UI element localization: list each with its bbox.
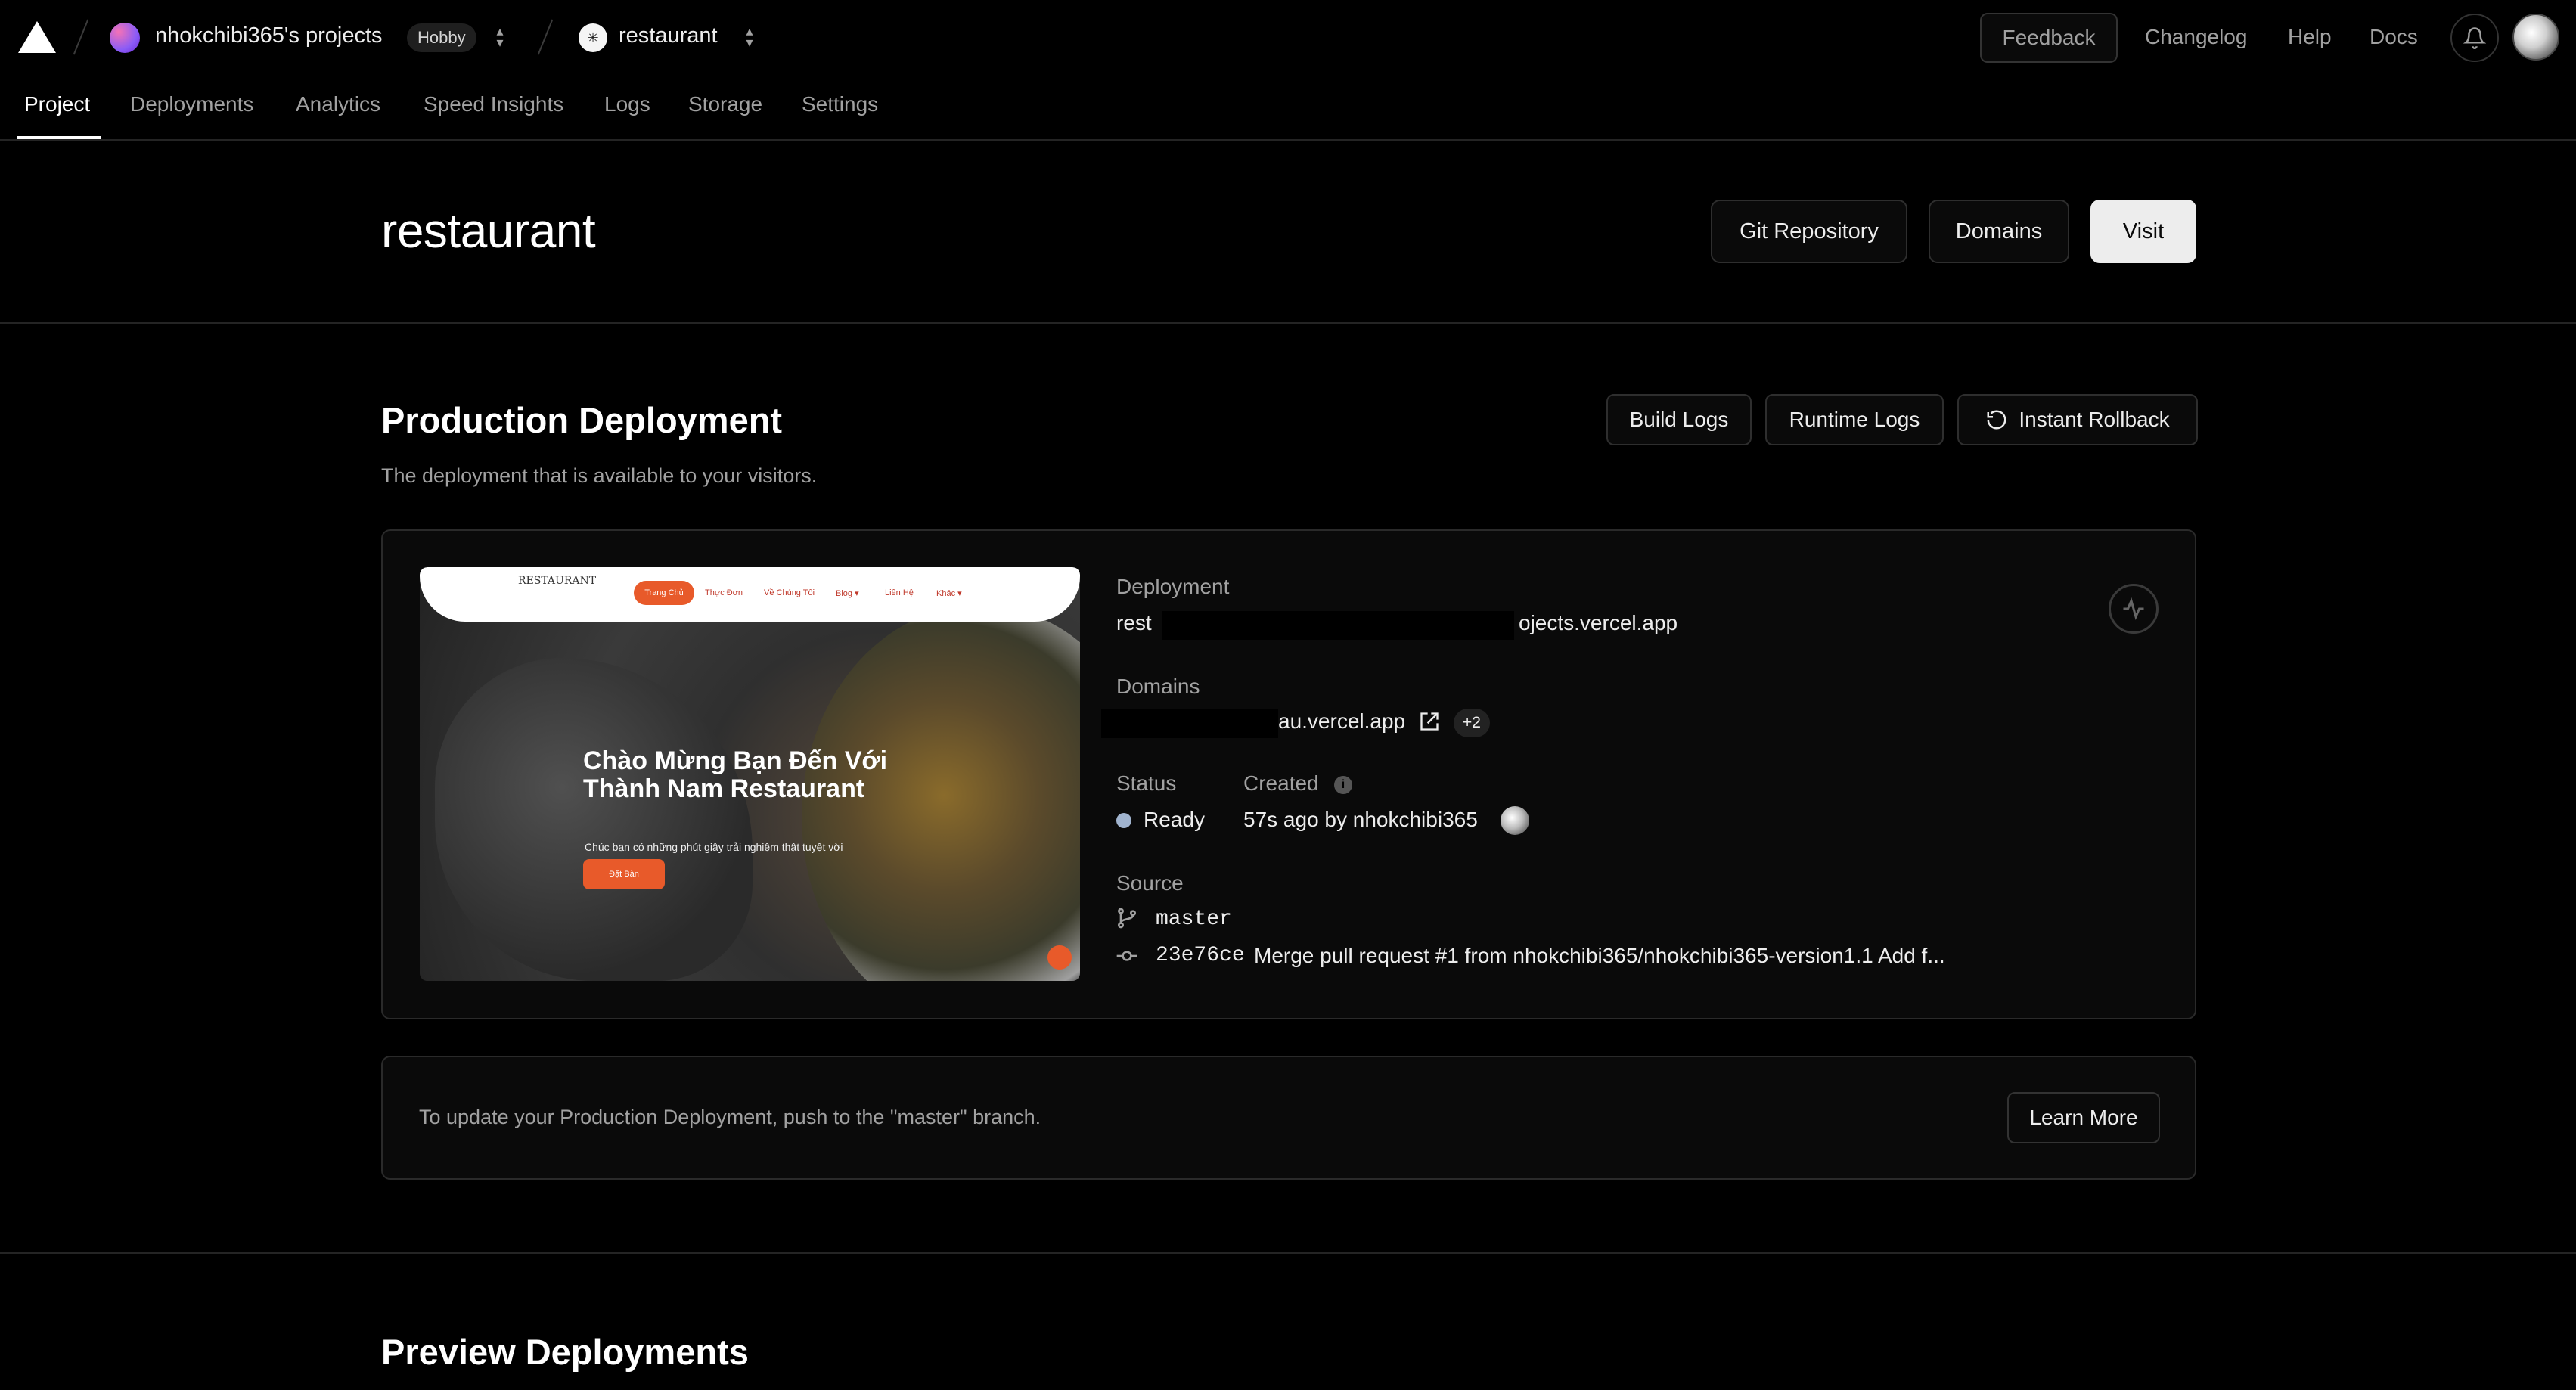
domain-url-suffix[interactable]: au.vercel.app bbox=[1278, 709, 1405, 734]
git-commit-icon bbox=[1115, 944, 1139, 972]
tab-speed-insights[interactable]: Speed Insights bbox=[424, 92, 563, 116]
divider bbox=[0, 1252, 2576, 1254]
preview-nav-item: Blog ▾ bbox=[836, 589, 859, 598]
branch-name[interactable]: master bbox=[1156, 908, 1232, 931]
project-tabs: Project Deployments Analytics Speed Insi… bbox=[0, 76, 2576, 141]
team-name[interactable]: nhokchibi365's projects bbox=[155, 23, 383, 48]
preview-nav-item: Thực Đơn bbox=[705, 588, 743, 597]
team-switcher-chevron-icon[interactable]: ▴ ▾ bbox=[492, 24, 508, 51]
status-indicator bbox=[1116, 813, 1131, 828]
tab-project[interactable]: Project bbox=[24, 92, 90, 116]
breadcrumb-separator bbox=[537, 19, 554, 55]
build-logs-button[interactable]: Build Logs bbox=[1606, 394, 1752, 445]
page-title: restaurant bbox=[381, 203, 596, 258]
commit-hash[interactable]: 23e76ce bbox=[1156, 944, 1245, 967]
preview-scroll-top-icon bbox=[1047, 945, 1072, 970]
preview-nav-item: Liên Hệ bbox=[885, 588, 914, 597]
preview-deployments-heading: Preview Deployments bbox=[381, 1332, 749, 1372]
activity-pulse-icon[interactable] bbox=[2109, 584, 2159, 634]
instant-rollback-button[interactable]: Instant Rollback bbox=[1957, 394, 2198, 445]
feedback-button[interactable]: Feedback bbox=[1980, 13, 2118, 63]
visit-button[interactable]: Visit bbox=[2090, 200, 2196, 263]
redacted-block bbox=[1101, 709, 1278, 738]
instant-rollback-label: Instant Rollback bbox=[2019, 408, 2170, 431]
preview-nav-active: Trang Chủ bbox=[634, 581, 694, 605]
preview-tagline: Chúc bạn có những phút giây trải nghiệm … bbox=[585, 841, 843, 853]
project-switcher-chevron-icon[interactable]: ▴ ▾ bbox=[741, 24, 758, 51]
git-repository-button[interactable]: Git Repository bbox=[1711, 200, 1907, 263]
project-name[interactable]: restaurant bbox=[619, 23, 718, 48]
preview-nav-item: Khác ▾ bbox=[936, 589, 962, 598]
notifications-bell-icon[interactable] bbox=[2450, 14, 2499, 62]
commit-message[interactable]: Merge pull request #1 from nhokchibi365/… bbox=[1254, 944, 1945, 968]
preview-napkin bbox=[435, 658, 753, 981]
project-icon: ✳ bbox=[579, 23, 607, 52]
domains-label: Domains bbox=[1116, 675, 1200, 698]
created-value: 57s ago by nhokchibi365 bbox=[1243, 808, 1478, 831]
tab-settings[interactable]: Settings bbox=[802, 92, 878, 116]
info-icon[interactable]: i bbox=[1334, 776, 1352, 794]
divider bbox=[0, 322, 2576, 324]
status-label: Status bbox=[1116, 771, 1177, 795]
source-label: Source bbox=[1116, 871, 1184, 895]
changelog-link[interactable]: Changelog bbox=[2145, 25, 2247, 49]
preview-cta-button: Đặt Bàn bbox=[583, 859, 665, 889]
external-link-icon[interactable] bbox=[1419, 711, 1440, 736]
tab-logs[interactable]: Logs bbox=[604, 92, 650, 116]
rollback-icon bbox=[1987, 410, 2006, 430]
user-avatar[interactable] bbox=[2512, 14, 2559, 61]
docs-link[interactable]: Docs bbox=[2370, 25, 2418, 49]
domains-button[interactable]: Domains bbox=[1929, 200, 2069, 263]
tab-storage[interactable]: Storage bbox=[688, 92, 762, 116]
breadcrumb-separator bbox=[73, 19, 89, 55]
learn-more-button[interactable]: Learn More bbox=[2007, 1092, 2160, 1143]
preview-logo: RESTAURANT bbox=[518, 575, 597, 587]
git-branch-icon bbox=[1115, 906, 1139, 934]
team-avatar[interactable] bbox=[110, 23, 140, 53]
preview-headline: Chào Mừng Bạn Đến Với Thành Nam Restaura… bbox=[583, 746, 888, 803]
status-value: Ready bbox=[1144, 808, 1205, 831]
creator-avatar[interactable] bbox=[1501, 806, 1529, 835]
redacted-block bbox=[1162, 611, 1514, 640]
created-label: Created bbox=[1243, 771, 1319, 795]
plan-badge: Hobby bbox=[407, 23, 476, 52]
tab-analytics[interactable]: Analytics bbox=[296, 92, 380, 116]
preview-nav-item: Về Chúng Tôi bbox=[764, 588, 815, 597]
deployment-preview-thumbnail[interactable]: RESTAURANT Trang Chủ Thực Đơn Về Chúng T… bbox=[420, 567, 1080, 981]
deployment-url-suffix[interactable]: ojects.vercel.app bbox=[1519, 611, 1678, 635]
more-domains-badge[interactable]: +2 bbox=[1454, 709, 1490, 737]
top-bar: nhokchibi365's projects Hobby ▴ ▾ ✳ resta… bbox=[0, 0, 2576, 76]
production-deployment-subtitle: The deployment that is available to your… bbox=[381, 464, 818, 487]
help-link[interactable]: Help bbox=[2288, 25, 2332, 49]
tab-deployments[interactable]: Deployments bbox=[130, 92, 253, 116]
production-deployment-heading: Production Deployment bbox=[381, 400, 783, 440]
active-tab-indicator bbox=[17, 136, 101, 139]
runtime-logs-button[interactable]: Runtime Logs bbox=[1765, 394, 1944, 445]
vercel-logo-icon[interactable] bbox=[18, 21, 56, 53]
update-notice-text: To update your Production Deployment, pu… bbox=[419, 1106, 1041, 1128]
deployment-url-prefix[interactable]: rest bbox=[1116, 611, 1152, 635]
deployment-label: Deployment bbox=[1116, 575, 1230, 598]
